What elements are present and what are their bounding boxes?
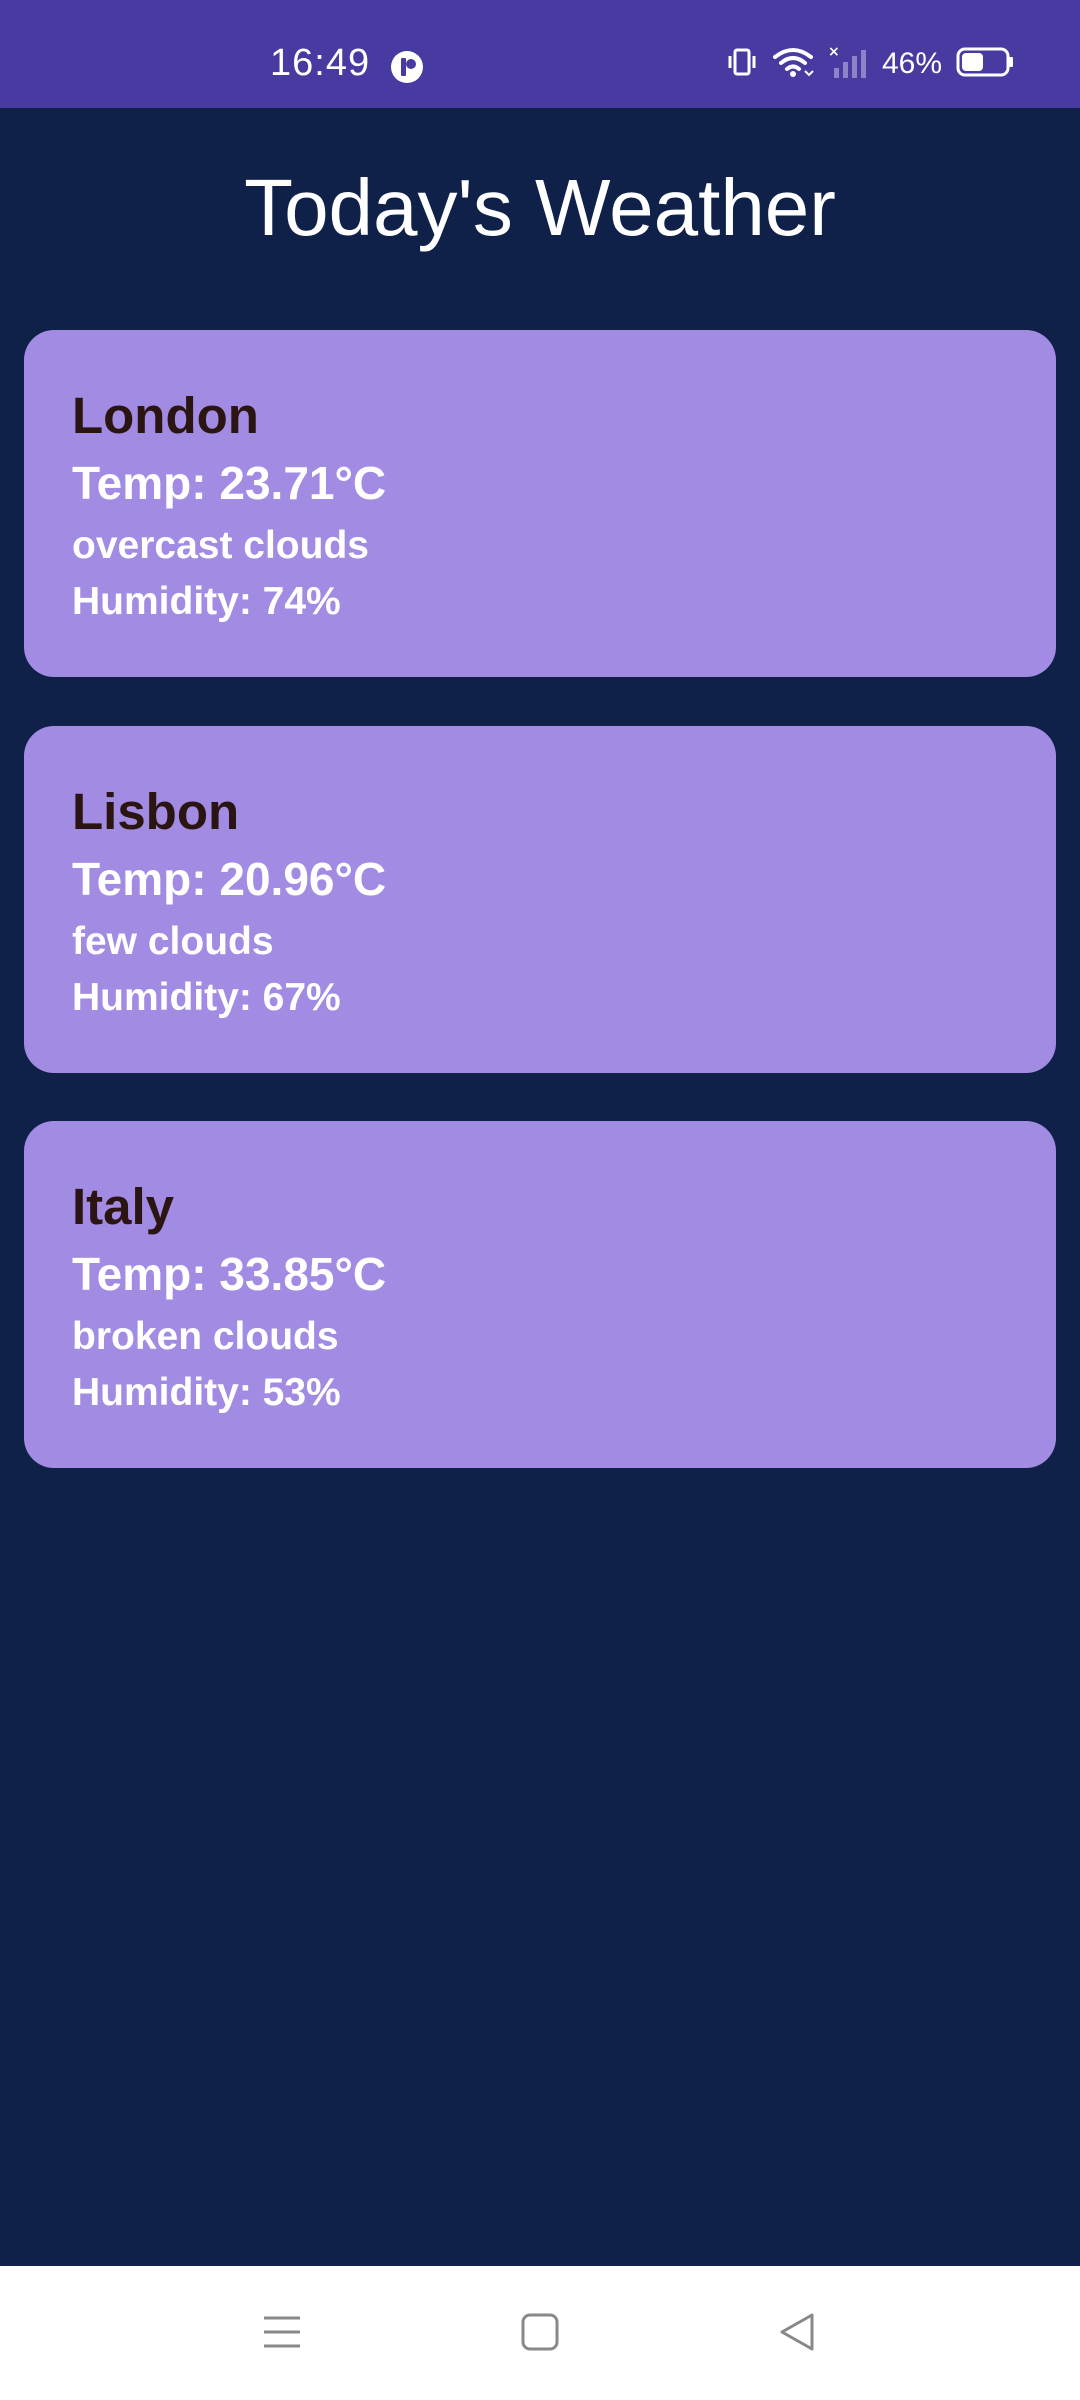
card-description: overcast clouds (72, 524, 369, 567)
card-description: few clouds (72, 920, 274, 963)
svg-text:×: × (828, 44, 840, 60)
weather-card-italy: Italy Temp: 33.85°C broken clouds Humidi… (24, 1121, 1056, 1468)
status-time: 16:49 (270, 42, 371, 84)
page-title: Today's Weather (244, 163, 836, 252)
weather-card-london: London Temp: 23.71°C overcast clouds Hum… (24, 330, 1056, 677)
app-notification-icon (390, 50, 424, 84)
card-temperature: Temp: 23.71°C (72, 457, 387, 509)
card-humidity: Humidity: 53% (72, 1371, 341, 1414)
card-humidity: Humidity: 74% (72, 580, 341, 623)
card-city: Lisbon (72, 783, 240, 840)
battery-percent: 46% (881, 47, 942, 80)
card-humidity: Humidity: 67% (72, 976, 341, 1019)
home-button[interactable] (508, 2302, 572, 2366)
weather-card-lisbon: Lisbon Temp: 20.96°C few clouds Humidity… (24, 726, 1056, 1073)
card-city: London (72, 387, 259, 444)
card-city: Italy (72, 1178, 175, 1235)
home-icon (520, 2312, 560, 2357)
menu-icon (262, 2312, 302, 2357)
status-icons: × 46% (726, 44, 1014, 84)
back-button[interactable] (766, 2302, 830, 2366)
back-icon (778, 2312, 818, 2357)
battery-icon (956, 47, 1014, 82)
menu-button[interactable] (250, 2302, 314, 2366)
card-description: broken clouds (72, 1315, 339, 1358)
navigation-bar (0, 2266, 1080, 2400)
card-temperature: Temp: 20.96°C (72, 853, 387, 905)
no-signal-icon: × (828, 44, 868, 85)
card-temperature: Temp: 33.85°C (72, 1248, 387, 1300)
vibrate-icon (726, 46, 758, 83)
status-bar: 16:49 × 46% (0, 0, 1080, 108)
wifi-icon (772, 45, 814, 84)
